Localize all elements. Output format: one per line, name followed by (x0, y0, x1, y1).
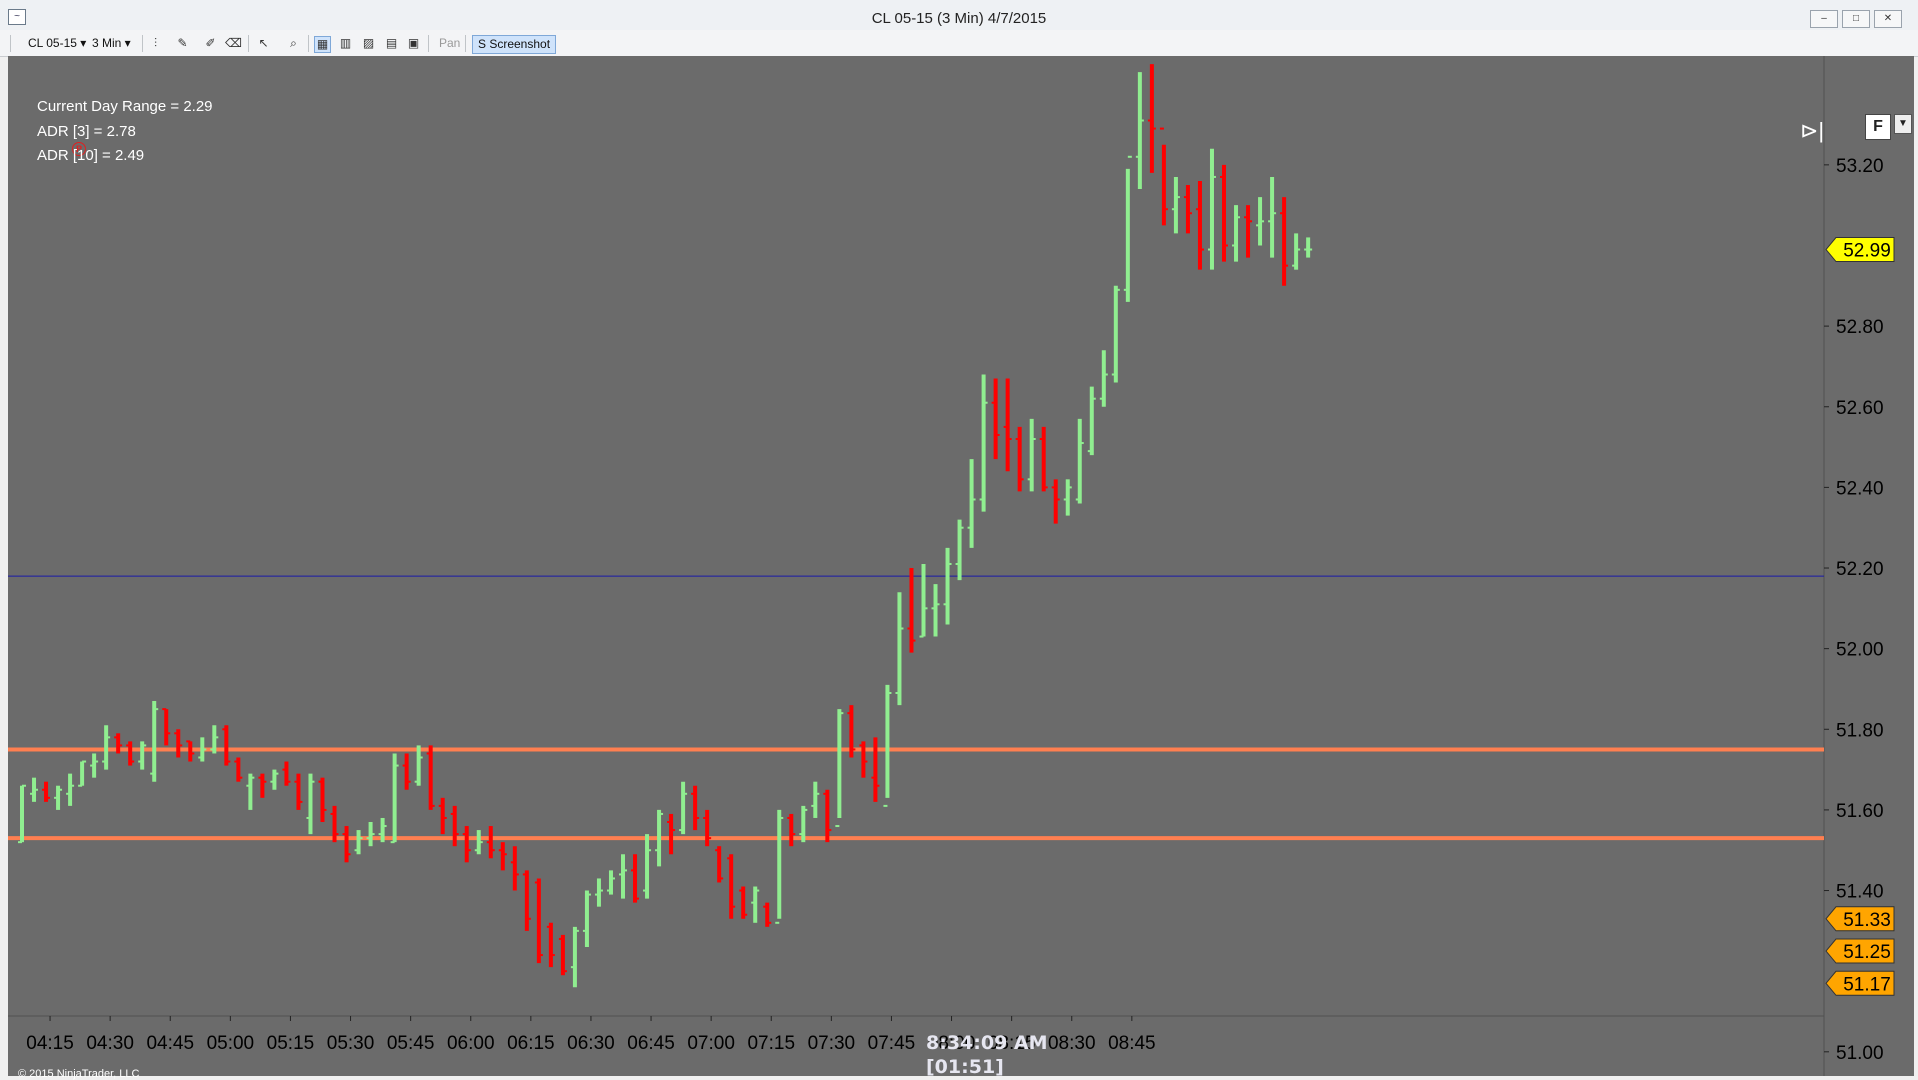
minimize-button[interactable]: ‒ (1810, 10, 1838, 28)
cursor-icon[interactable]: ↖ (256, 36, 271, 51)
maximize-button[interactable]: □ (1842, 10, 1870, 28)
x-tick-label: 06:30 (567, 1033, 615, 1054)
bar-remaining: [01:51] (926, 1056, 1004, 1078)
price-badge-label: 52.99 (1843, 241, 1891, 262)
price-chart[interactable]: 53.20 52.80 52.60 52.40 52.20 52.00 51.80 51.60… (8, 56, 1914, 1076)
x-tick-label: 05:00 (207, 1033, 255, 1054)
x-tick-label: 07:15 (747, 1033, 795, 1054)
bar-timer: 8:34:09 AM [01:51] (926, 1031, 1048, 1079)
ohlc-bars (18, 64, 1313, 988)
y-tick-label: 52.80 (1836, 317, 1884, 338)
chart-style-icon[interactable]: ▦ (314, 36, 331, 53)
toolbar-separator (308, 35, 309, 52)
adr-3: ADR [3] = 2.78 (37, 123, 136, 140)
x-tick-label: 04:15 (26, 1033, 74, 1054)
pan-button[interactable]: Pan (439, 35, 460, 52)
x-tick-label: 04:30 (86, 1033, 134, 1054)
close-button[interactable]: ✕ (1874, 10, 1902, 28)
scroll-to-end-icon[interactable]: ⊳| (1800, 118, 1824, 144)
x-tick-label: 08:30 (1048, 1033, 1096, 1054)
current-day-range: Current Day Range = 2.29 (37, 98, 213, 115)
x-tick-label: 08:45 (1108, 1033, 1156, 1054)
toolbar-separator (428, 35, 429, 52)
eraser-icon[interactable]: ⌫ (225, 36, 242, 51)
interval-selector[interactable]: 3 Min ▾ (92, 35, 131, 52)
price-badge-label: 51.25 (1843, 942, 1891, 963)
price-badge-label: 51.33 (1843, 910, 1891, 931)
x-tick-label: 07:45 (868, 1033, 916, 1054)
chart-panel[interactable]: 53.20 52.80 52.60 52.40 52.20 52.00 51.80 51.60… (8, 56, 1914, 1080)
screenshot-button[interactable]: S Screenshot (472, 35, 557, 54)
y-tick-label: 52.40 (1836, 478, 1884, 499)
x-tick-label: 06:15 (507, 1033, 555, 1054)
pencil-icon[interactable]: ✎ (175, 36, 190, 51)
y-tick-label: 52.60 (1836, 398, 1884, 419)
dropdown-arrow-icon[interactable]: ▼ (1894, 114, 1912, 134)
data-series-icon[interactable]: ▥ (338, 36, 353, 51)
instrument-selector[interactable]: CL 05-15 ▾ (28, 35, 86, 52)
zoom-icon[interactable]: ⌕ (286, 36, 301, 51)
y-tick-label: 52.20 (1836, 559, 1884, 580)
y-tick-label: 52.00 (1836, 640, 1884, 661)
y-tick-label: 51.40 (1836, 882, 1884, 903)
f-button[interactable]: F (1865, 114, 1891, 140)
toolbar-separator (465, 35, 466, 52)
x-tick-label: 07:30 (808, 1033, 856, 1054)
x-tick-label: 04:45 (146, 1033, 194, 1054)
brush-icon[interactable]: ✐ (203, 36, 218, 51)
adr-10: ADR [10] = 2.49 (37, 147, 145, 164)
y-tick-label: 53.20 (1836, 156, 1884, 177)
x-tick-label: 06:00 (447, 1033, 495, 1054)
toolbar-separator (142, 35, 143, 52)
toolbar-grip (10, 35, 11, 52)
properties-icon[interactable]: ▣ (406, 36, 421, 51)
indicators-icon[interactable]: ▨ (361, 36, 376, 51)
y-tick-label: 51.80 (1836, 720, 1884, 741)
toolbar-separator (248, 35, 249, 52)
clock-time: 8:34:09 AM (926, 1032, 1048, 1054)
x-tick-label: 06:45 (627, 1033, 675, 1054)
x-tick-label: 05:30 (327, 1033, 375, 1054)
chart-toolbar: CL 05-15 ▾ 3 Min ▾ ⫶ ✎ ✐ ⌫ ↖ ⌕ ▦ ▥ ▨ ▤ ▣… (0, 30, 1918, 57)
y-tick-label: 51.00 (1836, 1043, 1884, 1064)
strategies-icon[interactable]: ▤ (384, 36, 399, 51)
bars-icon[interactable]: ⫶ (148, 36, 163, 51)
price-badge-label: 51.17 (1843, 974, 1891, 995)
window-title: CL 05-15 (3 Min) 4/7/2015 (871, 10, 1047, 27)
y-tick-label: 51.60 (1836, 801, 1884, 822)
x-tick-label: 05:15 (267, 1033, 315, 1054)
x-tick-label: 07:00 (687, 1033, 735, 1054)
window-controls: ‒ □ ✕ (1810, 10, 1902, 28)
copyright: © 2015 NinjaTrader, LLC (18, 1068, 140, 1080)
x-tick-label: 05:45 (387, 1033, 435, 1054)
